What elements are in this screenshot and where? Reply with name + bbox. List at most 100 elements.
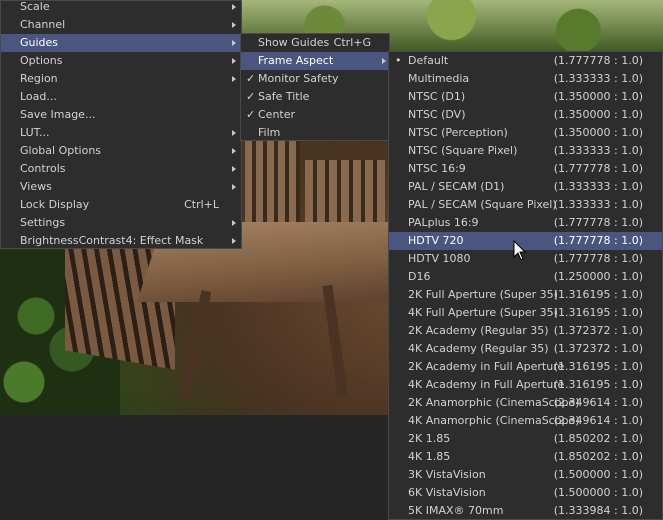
menu-item-guides[interactable]: Guides (1, 34, 241, 52)
menu-item-views[interactable]: Views (1, 178, 241, 196)
aspect-ratio-value: (1.777778 : 1.0) (553, 234, 643, 247)
menu-item-label: Options (20, 54, 63, 67)
aspect-item-ntsc-16-9[interactable]: NTSC 16:9 (1.777778 : 1.0) (389, 160, 662, 178)
aspect-item-4k-full-aperture-super-35[interactable]: 4K Full Aperture (Super 35) (1.316195 : 1… (389, 304, 662, 322)
aspect-item-4k-academy-regular-35[interactable]: 4K Academy (Regular 35) (1.372372 : 1.0) (389, 340, 662, 358)
aspect-item-2k-full-aperture-super-35[interactable]: 2K Full Aperture (Super 35) (1.316195 : 1… (389, 286, 662, 304)
aspect-ratio-value: (1.350000 : 1.0) (553, 126, 643, 139)
menu-item-label: 2K Full Aperture (Super 35) (408, 288, 558, 301)
aspect-item-2k-anamorphic-cinemascope[interactable]: 2K Anamorphic (CinemaScope) (2.349614 : 1… (389, 394, 662, 412)
menu-item-label: HDTV 720 (408, 234, 464, 247)
menu-item-lut[interactable]: LUT... (1, 124, 241, 142)
aspect-item-ntsc-dv[interactable]: NTSC (DV) (1.350000 : 1.0) (389, 106, 662, 124)
guides-item-frame-aspect[interactable]: Frame Aspect (241, 52, 389, 70)
aspect-item-ntsc-perception[interactable]: NTSC (Perception) (1.350000 : 1.0) (389, 124, 662, 142)
menu-item-scale[interactable]: Scale (1, 0, 241, 16)
aspect-item-4k-1-85[interactable]: 4K 1.85 (1.850202 : 1.0) (389, 448, 662, 466)
menu-item-save-image[interactable]: Save Image... (1, 106, 241, 124)
aspect-ratio-value: (1.372372 : 1.0) (553, 342, 643, 355)
guides-item-center[interactable]: ✓ Center (241, 106, 389, 124)
menu-item-label: 2K Academy (Regular 35) (408, 324, 549, 337)
aspect-ratio-value: (1.333984 : 1.0) (553, 504, 643, 517)
aspect-ratio-value: (1.333333 : 1.0) (553, 72, 643, 85)
aspect-item-2k-1-85[interactable]: 2K 1.85 (1.850202 : 1.0) (389, 430, 662, 448)
submenu-arrow-icon (232, 22, 236, 28)
aspect-ratio-value: (1.777778 : 1.0) (553, 252, 643, 265)
aspect-item-ntsc-d1[interactable]: NTSC (D1) (1.350000 : 1.0) (389, 88, 662, 106)
image-table-leg (178, 290, 212, 400)
guides-item-show-guides[interactable]: Show Guides Ctrl+G (241, 34, 389, 52)
image-chair (305, 160, 385, 230)
menu-item-label: Settings (20, 216, 66, 229)
aspect-item-3k-vistavision[interactable]: 3K VistaVision (1.500000 : 1.0) (389, 466, 662, 484)
menu-item-label: Controls (20, 162, 66, 175)
menu-item-label: Safe Title (258, 90, 310, 103)
aspect-ratio-value: (1.500000 : 1.0) (553, 468, 643, 481)
submenu-arrow-icon (232, 76, 236, 82)
submenu-arrow-icon (232, 130, 236, 136)
checkmark-icon: ✓ (246, 90, 256, 103)
aspect-ratio-value: (1.850202 : 1.0) (553, 450, 643, 463)
aspect-ratio-value: (1.250000 : 1.0) (553, 270, 643, 283)
menu-item-channel[interactable]: Channel (1, 16, 241, 34)
aspect-item-pal-secam-square-pixel[interactable]: PAL / SECAM (Square Pixel) (1.333333 : 1.… (389, 196, 662, 214)
menu-item-label: 3K VistaVision (408, 468, 486, 481)
menu-item-label: 2K 1.85 (408, 432, 451, 445)
menu-item-brightnesscontrast4-effect-mask[interactable]: BrightnessContrast4: Effect Mask (1, 232, 241, 250)
menu-item-load[interactable]: Load... (1, 88, 241, 106)
aspect-item-2k-academy-in-full-aperture[interactable]: 2K Academy in Full Aperture (1.316195 : 1… (389, 358, 662, 376)
menu-item-global-options[interactable]: Global Options (1, 142, 241, 160)
menu-item-label: Default (408, 54, 449, 67)
shortcut-label: Ctrl+L (184, 198, 219, 211)
menu-item-lock-display[interactable]: Lock Display Ctrl+L (1, 196, 241, 214)
menu-item-label: Guides (20, 36, 59, 49)
guides-item-monitor-safety[interactable]: ✓ Monitor Safety (241, 70, 389, 88)
aspect-ratio-value: (1.316195 : 1.0) (553, 378, 643, 391)
menu-item-controls[interactable]: Controls (1, 160, 241, 178)
menu-item-label: Center (258, 108, 296, 121)
aspect-ratio-value: (1.500000 : 1.0) (553, 486, 643, 499)
aspect-item-default[interactable]: • Default (1.777778 : 1.0) (389, 52, 662, 70)
checkmark-icon: ✓ (246, 108, 256, 121)
checkmark-icon: ✓ (246, 72, 256, 85)
aspect-ratio-value: (1.316195 : 1.0) (553, 288, 643, 301)
menu-item-label: NTSC (DV) (408, 108, 466, 121)
menu-item-label: NTSC (Perception) (408, 126, 508, 139)
selected-bullet-icon: • (395, 54, 402, 67)
menu-item-label: Monitor Safety (258, 72, 339, 85)
submenu-arrow-icon (232, 220, 236, 226)
aspect-item-2k-academy-regular-35[interactable]: 2K Academy (Regular 35) (1.372372 : 1.0) (389, 322, 662, 340)
aspect-item-d16[interactable]: D16 (1.250000 : 1.0) (389, 268, 662, 286)
guides-item-film[interactable]: Film (241, 124, 389, 142)
menu-item-label: NTSC (D1) (408, 90, 466, 103)
aspect-item-5k-imax-70mm[interactable]: 5K IMAX® 70mm (1.333984 : 1.0) (389, 502, 662, 520)
aspect-ratio-value: (1.350000 : 1.0) (553, 90, 643, 103)
menu-item-label: 4K Academy in Full Aperture (408, 378, 565, 391)
submenu-arrow-icon (232, 166, 236, 172)
submenu-arrow-icon (232, 4, 236, 10)
menu-item-label: Views (20, 180, 52, 193)
submenu-arrow-icon (232, 58, 236, 64)
aspect-item-4k-academy-in-full-aperture[interactable]: 4K Academy in Full Aperture (1.316195 : 1… (389, 376, 662, 394)
guides-item-safe-title[interactable]: ✓ Safe Title (241, 88, 389, 106)
menu-item-options[interactable]: Options (1, 52, 241, 70)
aspect-item-6k-vistavision[interactable]: 6K VistaVision (1.500000 : 1.0) (389, 484, 662, 502)
menu-item-label: Multimedia (408, 72, 470, 85)
aspect-ratio-value: (1.777778 : 1.0) (553, 162, 643, 175)
menu-item-label: LUT... (20, 126, 50, 139)
aspect-ratio-value: (1.316195 : 1.0) (553, 360, 643, 373)
aspect-ratio-value: (1.777778 : 1.0) (553, 216, 643, 229)
viewer-context-menu: Scale Channel Guides Options Region Load... Sa… (0, 0, 242, 249)
aspect-item-pal-secam-d1[interactable]: PAL / SECAM (D1) (1.333333 : 1.0) (389, 178, 662, 196)
menu-item-region[interactable]: Region (1, 70, 241, 88)
aspect-item-ntsc-square-pixel[interactable]: NTSC (Square Pixel) (1.333333 : 1.0) (389, 142, 662, 160)
aspect-item-palplus-16-9[interactable]: PALplus 16:9 (1.777778 : 1.0) (389, 214, 662, 232)
menu-item-settings[interactable]: Settings (1, 214, 241, 232)
aspect-item-multimedia[interactable]: Multimedia (1.333333 : 1.0) (389, 70, 662, 88)
aspect-item-4k-anamorphic-cinemascope[interactable]: 4K Anamorphic (CinemaScope) (2.349614 : 1… (389, 412, 662, 430)
menu-item-label: 4K Full Aperture (Super 35) (408, 306, 558, 319)
menu-item-label: Show Guides (258, 36, 330, 49)
image-chair (245, 140, 300, 235)
menu-item-label: HDTV 1080 (408, 252, 471, 265)
mouse-cursor-icon (513, 240, 527, 261)
